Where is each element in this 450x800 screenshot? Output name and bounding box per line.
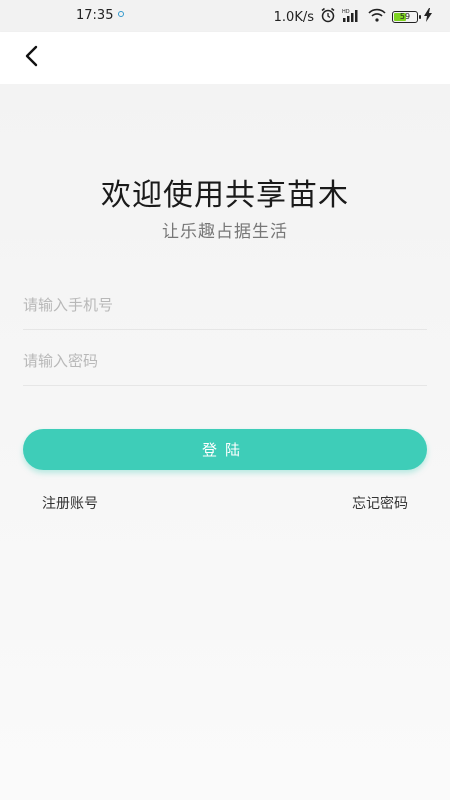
chevron-left-icon: [23, 45, 41, 71]
svg-text:HD: HD: [342, 9, 350, 15]
back-button[interactable]: [16, 42, 48, 74]
welcome-title: 欢迎使用共享苗木: [101, 178, 349, 213]
battery-level: 59: [399, 12, 411, 21]
battery-icon: 59: [392, 11, 421, 23]
charging-icon: [424, 8, 432, 26]
login-page: 欢迎使用共享苗木 让乐趣占据生活 登陆 注册账号 忘记密码: [0, 84, 450, 800]
forgot-password-link[interactable]: 忘记密码: [352, 493, 408, 513]
login-button[interactable]: 登陆: [23, 429, 427, 470]
notification-dot-icon: [118, 11, 124, 17]
welcome-subtitle: 让乐趣占据生活: [162, 222, 288, 242]
status-indicators: 1.0K/s HD 59: [274, 7, 432, 27]
register-link[interactable]: 注册账号: [42, 493, 98, 513]
nav-bar: [0, 32, 450, 84]
network-speed: 1.0K/s: [273, 9, 314, 25]
alarm-icon: [320, 7, 336, 27]
status-time: 17:35: [76, 8, 114, 23]
status-bar: 17:35 1.0K/s HD 59: [0, 0, 450, 32]
phone-field: [23, 280, 427, 330]
wifi-icon: [368, 8, 386, 26]
password-field: [23, 336, 427, 386]
password-input[interactable]: [23, 336, 427, 385]
phone-input[interactable]: [23, 280, 427, 329]
hd-signal-icon: HD: [342, 8, 362, 26]
